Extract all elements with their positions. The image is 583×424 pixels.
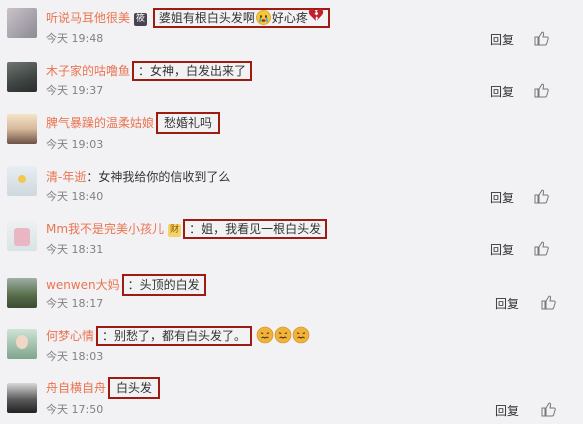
username[interactable]: 何梦心情 <box>46 329 94 343</box>
like-button[interactable] <box>541 295 556 310</box>
avatar[interactable] <box>7 62 37 92</box>
member-badge: 财 <box>168 224 182 237</box>
comment-text-highlight: ：头顶的白发 <box>121 274 206 296</box>
comment-time: 今天 18:40 <box>46 190 104 203</box>
comment-item: 清-年逝：女神我给你的信收到了么 今天 18:40 回复 <box>0 153 583 208</box>
comment-colon: ： <box>86 170 99 184</box>
comment-text: 别愁了，都有白头发了。 <box>114 329 247 343</box>
username[interactable]: 舟自横自舟 <box>46 381 106 395</box>
like-button[interactable] <box>541 402 556 417</box>
comment-colon: ： <box>138 64 151 78</box>
username[interactable]: 木子家的咕噜鱼 <box>46 64 130 78</box>
comment-colon: ： <box>127 278 140 292</box>
comment-item: Mm我不是完美小孩儿财：姐，我看见一根白头发 今天 18:31 回复 <box>0 207 583 263</box>
comment-text: 愁婚礼吗 <box>164 116 213 130</box>
username[interactable]: 听说马耳他很美 <box>46 11 130 25</box>
comment-time: 今天 18:17 <box>46 297 104 310</box>
member-badge: 筱 <box>134 13 148 26</box>
reply-button[interactable]: 回复 <box>490 85 514 99</box>
avatar[interactable] <box>7 166 37 196</box>
comment-item: 听说马耳他很美筱 婆姐有根白头发啊 好心疼 今天 19:48 回复 <box>0 0 583 53</box>
worried-emoji-icon <box>256 326 274 344</box>
comment-time: 今天 19:37 <box>46 84 104 97</box>
comment-time: 今天 18:03 <box>46 350 104 363</box>
thumbs-up-icon <box>534 83 549 98</box>
thumbs-up-icon <box>534 31 549 46</box>
comment-text: 女神，白发出来了 <box>150 64 247 78</box>
avatar[interactable] <box>7 278 37 308</box>
like-button[interactable] <box>534 241 549 256</box>
comment-text-highlight: 白头发 <box>108 377 161 399</box>
username[interactable]: wenwen大妈 <box>46 278 120 292</box>
comment-text-highlight: 婆姐有根白头发啊 好心疼 <box>152 8 330 28</box>
broken-heart-icon <box>308 9 324 26</box>
avatar[interactable] <box>7 114 37 144</box>
username[interactable]: 清-年逝 <box>46 170 86 184</box>
comment-colon: ： <box>189 222 202 236</box>
comment-text: 婆姐有根白头发啊 <box>158 11 255 25</box>
username[interactable]: Mm我不是完美小孩儿 <box>46 222 164 236</box>
like-button[interactable] <box>534 189 549 204</box>
avatar[interactable] <box>7 221 37 251</box>
reply-button[interactable]: 回复 <box>490 243 514 257</box>
comment-text: 头顶的白发 <box>139 278 200 292</box>
comment-text-suffix: 好心疼 <box>271 11 308 25</box>
comment-time: 今天 19:03 <box>46 138 104 151</box>
reply-button[interactable]: 回复 <box>495 404 519 418</box>
reply-button[interactable]: 回复 <box>490 191 514 205</box>
username[interactable]: 脾气暴躁的温柔姑娘 <box>46 116 154 130</box>
comment-item: 舟自横自舟 白头发 今天 17:50 回复 <box>0 371 583 424</box>
avatar[interactable] <box>7 8 37 38</box>
comment-text-highlight: 愁婚礼吗 <box>156 112 221 134</box>
comment-colon: ： <box>102 329 115 343</box>
thumbs-up-icon <box>541 402 556 417</box>
worried-emoji-icon <box>292 326 310 344</box>
avatar[interactable] <box>7 329 37 359</box>
comment-item: 何梦心情 ：别愁了，都有白头发了。 今天 18:03 <box>0 316 583 372</box>
comment-text: 女神我给你的信收到了么 <box>98 170 231 184</box>
reply-button[interactable]: 回复 <box>495 297 519 311</box>
comment-text-highlight: ：别愁了，都有白头发了。 <box>96 326 253 346</box>
comment-text: 白头发 <box>116 381 153 395</box>
comment-item: 木子家的咕噜鱼 ：女神，白发出来了 今天 19:37 回复 <box>0 52 583 103</box>
comment-item: wenwen大妈 ：头顶的白发 今天 18:17 回复 <box>0 262 583 317</box>
like-button[interactable] <box>534 83 549 98</box>
worried-emoji-icon <box>274 326 292 344</box>
comment-item: 脾气暴躁的温柔姑娘 愁婚礼吗 今天 19:03 <box>0 102 583 154</box>
thumbs-up-icon <box>534 241 549 256</box>
crying-emoji-icon <box>255 10 271 25</box>
comment-time: 今天 19:48 <box>46 32 104 45</box>
thumbs-up-icon <box>534 189 549 204</box>
like-button[interactable] <box>534 31 549 46</box>
reply-button[interactable]: 回复 <box>490 33 514 47</box>
comment-time: 今天 17:50 <box>46 403 104 416</box>
comment-time: 今天 18:31 <box>46 243 104 256</box>
comment-text-highlight: ：姐，我看见一根白头发 <box>183 219 328 239</box>
thumbs-up-icon <box>541 295 556 310</box>
avatar[interactable] <box>7 383 37 413</box>
comment-text: 姐，我看见一根白头发 <box>201 222 322 236</box>
comment-text-highlight: ：女神，白发出来了 <box>132 61 253 81</box>
